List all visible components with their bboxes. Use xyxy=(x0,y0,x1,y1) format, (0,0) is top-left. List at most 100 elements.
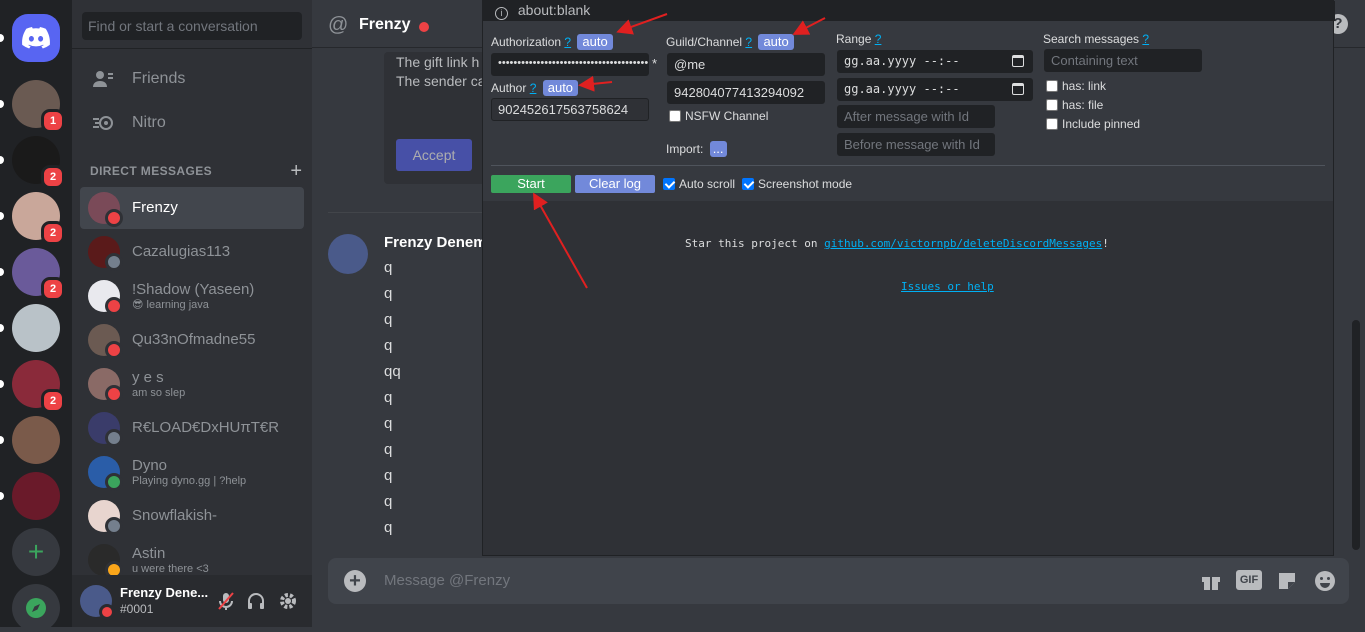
server-badge-3: 2 xyxy=(41,221,65,245)
star-project-line: Star this project on github.com/victornp… xyxy=(685,237,1109,250)
server-icon-5[interactable] xyxy=(12,304,60,352)
before-message-id-field[interactable]: Before message with Id xyxy=(837,133,995,156)
compass-icon xyxy=(26,598,46,618)
server-unread-pill xyxy=(0,436,4,444)
gift-icon[interactable] xyxy=(1200,570,1222,597)
clear-log-button[interactable]: Clear log xyxy=(575,175,655,193)
dm-search-input[interactable]: Find or start a conversation xyxy=(82,12,302,40)
direct-messages-header: DIRECT MESSAGES xyxy=(90,164,213,178)
authorization-auto-button[interactable]: auto xyxy=(577,34,613,50)
user-avatar[interactable] xyxy=(80,585,115,620)
dm-item[interactable]: !Shadow (Yaseen) 😎 learning java xyxy=(80,275,304,317)
server-icon-7[interactable] xyxy=(12,416,60,464)
screenshot-mode-row[interactable]: Screenshot mode xyxy=(742,177,852,191)
guild-auto-button[interactable]: auto xyxy=(758,34,794,50)
auto-scroll-checkbox[interactable] xyxy=(663,178,675,190)
server-badge-2: 2 xyxy=(41,165,65,189)
create-dm-plus-icon[interactable]: + xyxy=(290,160,302,183)
server-unread-pill xyxy=(0,100,4,108)
chat-scrollbar[interactable] xyxy=(1352,320,1360,550)
issues-help-link[interactable]: Issues or help xyxy=(901,280,994,293)
info-icon: i xyxy=(495,7,508,20)
gift-text-line: The sender ca xyxy=(396,73,486,89)
nsfw-checkbox[interactable] xyxy=(669,110,681,122)
user-panel: Frenzy Dene... #0001 xyxy=(72,575,312,627)
dm-item[interactable]: Cazalugias113 xyxy=(80,231,304,273)
discord-home-button[interactable] xyxy=(12,14,60,62)
dm-item[interactable]: y e s am so slep xyxy=(80,363,304,405)
authorization-token-field[interactable]: •••••••••••••••••••••••••••••••••••••••• xyxy=(491,53,649,76)
calendar-icon[interactable] xyxy=(1012,55,1024,67)
offline-status-icon xyxy=(105,429,123,447)
server-badge-1: 1 xyxy=(41,109,65,133)
add-attachment-plus-icon[interactable]: + xyxy=(344,570,366,592)
dm-item[interactable]: Snowflakish- xyxy=(80,495,304,537)
include-pinned-row[interactable]: Include pinned xyxy=(1046,117,1140,131)
explore-servers-button[interactable] xyxy=(12,584,60,632)
accept-button[interactable]: Accept xyxy=(396,139,472,171)
avatar xyxy=(88,236,123,271)
home-indicator xyxy=(0,34,4,42)
avatar xyxy=(88,500,123,535)
server-unread-pill xyxy=(0,324,4,332)
guild-help-link[interactable]: ? xyxy=(745,35,752,49)
user-tag: #0001 xyxy=(120,602,154,616)
author-id-field[interactable]: 902452617563758624 xyxy=(491,98,649,121)
has-link-checkbox[interactable] xyxy=(1046,80,1058,92)
range-to-date-field[interactable]: gg.aa.yyyy --:-- xyxy=(837,78,1033,101)
plus-icon: + xyxy=(27,536,45,567)
author-auto-button[interactable]: auto xyxy=(542,80,579,96)
message-text: q xyxy=(384,259,393,276)
dnd-status-icon xyxy=(99,604,115,620)
message-text: q xyxy=(384,311,393,328)
message-text: q xyxy=(384,285,393,302)
dm-item-frenzy[interactable]: Frenzy xyxy=(80,187,304,229)
dm-item[interactable]: R€LOAD€DxHUπT€R xyxy=(80,407,304,449)
message-avatar[interactable] xyxy=(328,234,368,274)
has-file-row[interactable]: has: file xyxy=(1046,98,1103,112)
log-area: Star this project on github.com/victornp… xyxy=(483,201,1333,555)
dm-item[interactable]: Dyno Playing dyno.gg | ?help xyxy=(80,451,304,493)
range-to-value: gg.aa.yyyy --:-- xyxy=(844,82,960,96)
after-message-id-field[interactable]: After message with Id xyxy=(837,105,995,128)
message-author[interactable]: Frenzy Denem xyxy=(384,234,487,251)
dnd-status-icon xyxy=(105,341,123,359)
search-help-link[interactable]: ? xyxy=(1142,32,1149,46)
guild-id-field[interactable]: @me xyxy=(667,53,825,76)
gift-embed: The gift link h The sender ca Accept xyxy=(384,52,494,184)
settings-gear-icon[interactable] xyxy=(278,591,298,616)
has-file-checkbox[interactable] xyxy=(1046,99,1058,111)
author-help-link[interactable]: ? xyxy=(530,81,537,95)
range-from-date-field[interactable]: gg.aa.yyyy --:-- xyxy=(837,50,1033,73)
channel-id-field[interactable]: 942804077413294092 xyxy=(667,81,825,104)
start-button[interactable]: Start xyxy=(491,175,571,193)
friends-nav-item[interactable]: Friends xyxy=(80,58,304,100)
friends-icon xyxy=(92,67,116,91)
add-server-button[interactable]: + xyxy=(12,528,60,576)
sticker-icon[interactable] xyxy=(1276,570,1298,597)
dnd-status-icon xyxy=(105,209,123,227)
screenshot-mode-checkbox[interactable] xyxy=(742,178,754,190)
message-input[interactable]: Message @Frenzy xyxy=(384,572,510,589)
dm-item[interactable]: Qu33nOfmadne55 xyxy=(80,319,304,361)
headphones-icon[interactable] xyxy=(246,591,266,616)
auto-scroll-row[interactable]: Auto scroll xyxy=(663,177,735,191)
range-label: Range xyxy=(836,32,872,46)
nitro-label: Nitro xyxy=(132,114,166,131)
mute-icon[interactable] xyxy=(216,591,236,616)
include-pinned-checkbox[interactable] xyxy=(1046,118,1058,130)
range-help-link[interactable]: ? xyxy=(875,32,882,46)
server-icon-8[interactable] xyxy=(12,472,60,520)
search-text-field[interactable]: Containing text xyxy=(1044,49,1202,72)
gif-button[interactable]: GIF xyxy=(1236,570,1262,590)
guild-channel-label-row: Guild/Channel ? auto xyxy=(666,34,794,50)
calendar-icon[interactable] xyxy=(1012,83,1024,95)
import-button[interactable]: ... xyxy=(709,141,727,157)
authorization-help-link[interactable]: ? xyxy=(564,35,571,49)
nsfw-checkbox-row[interactable]: NSFW Channel xyxy=(669,109,768,123)
has-link-row[interactable]: has: link xyxy=(1046,79,1106,93)
avatar xyxy=(88,280,123,315)
emoji-icon[interactable] xyxy=(1314,570,1336,597)
github-link[interactable]: github.com/victornpb/deleteDiscordMessag… xyxy=(824,237,1102,250)
nitro-nav-item[interactable]: Nitro xyxy=(80,102,304,144)
